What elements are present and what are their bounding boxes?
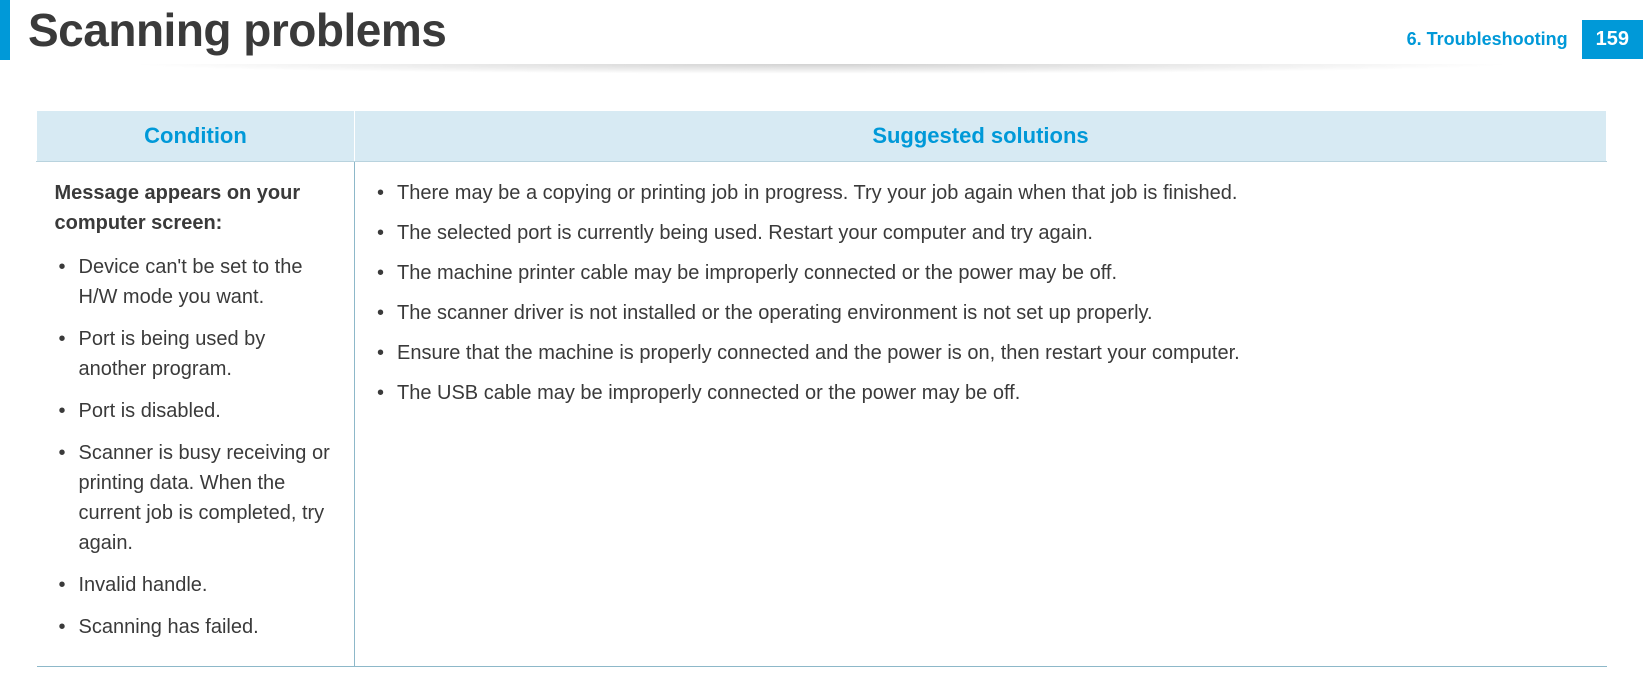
page-title: Scanning problems — [28, 3, 446, 57]
page-number-badge: 159 — [1582, 20, 1643, 59]
accent-bar — [0, 0, 10, 60]
table-row: Message appears on your computer screen:… — [37, 162, 1607, 667]
list-item: Scanner is busy receiving or printing da… — [55, 438, 337, 558]
list-item: The scanner driver is not installed or t… — [373, 298, 1589, 328]
condition-cell: Message appears on your computer screen:… — [37, 162, 355, 667]
condition-list: Device can't be set to the H/W mode you … — [55, 252, 337, 642]
list-item: Scanning has failed. — [55, 612, 337, 642]
table-header-row: Condition Suggested solutions — [37, 111, 1607, 162]
header-right: 6. Troubleshooting 159 — [1407, 0, 1643, 59]
page-header: Scanning problems 6. Troubleshooting 159 — [0, 0, 1643, 60]
list-item: Port is disabled. — [55, 396, 337, 426]
list-item: The machine printer cable may be imprope… — [373, 258, 1589, 288]
list-item: The selected port is currently being use… — [373, 218, 1589, 248]
list-item: Port is being used by another program. — [55, 324, 337, 384]
col-header-solutions: Suggested solutions — [355, 111, 1607, 162]
col-header-condition: Condition — [37, 111, 355, 162]
list-item: There may be a copying or printing job i… — [373, 178, 1589, 208]
title-area: Scanning problems — [0, 0, 446, 60]
list-item: Ensure that the machine is properly conn… — [373, 338, 1589, 368]
solution-list: There may be a copying or printing job i… — [373, 178, 1589, 408]
chapter-label: 6. Troubleshooting — [1407, 29, 1568, 50]
content-area: Condition Suggested solutions Message ap… — [0, 110, 1643, 667]
list-item: Invalid handle. — [55, 570, 337, 600]
troubleshoot-table: Condition Suggested solutions Message ap… — [36, 110, 1607, 667]
shadow-divider — [0, 64, 1643, 92]
list-item: The USB cable may be improperly connecte… — [373, 378, 1589, 408]
condition-title: Message appears on your computer screen: — [55, 178, 337, 238]
solution-cell: There may be a copying or printing job i… — [355, 162, 1607, 667]
list-item: Device can't be set to the H/W mode you … — [55, 252, 337, 312]
